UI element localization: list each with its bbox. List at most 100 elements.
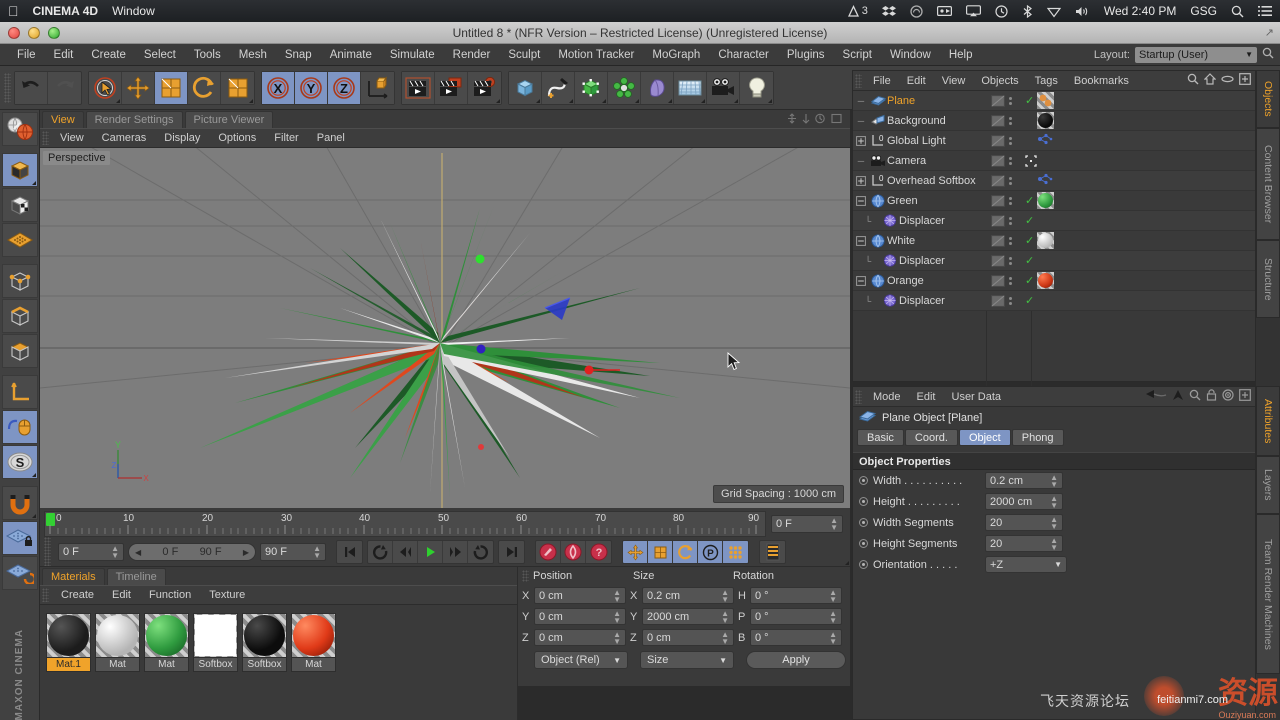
airplay-icon[interactable] xyxy=(965,5,981,17)
materials-menu-grip[interactable] xyxy=(42,588,49,602)
coordinates-grip[interactable] xyxy=(522,570,529,582)
visibility-dots[interactable] xyxy=(1009,96,1012,105)
key-scale-button[interactable] xyxy=(648,541,673,563)
previous-keyframe-button[interactable] xyxy=(368,541,393,563)
lock-x-axis[interactable]: X xyxy=(262,71,295,104)
material-label[interactable]: Mat xyxy=(291,658,336,672)
scale2-tool[interactable] xyxy=(221,71,254,104)
render-settings-button[interactable] xyxy=(468,71,501,104)
spinner-icon[interactable]: ▲ ▼ xyxy=(829,588,837,603)
expander-plus-icon[interactable] xyxy=(853,175,869,186)
lock-y-axis[interactable]: Y xyxy=(295,71,328,104)
object-row-overhead-softbox[interactable]: 0 Overhead Softbox xyxy=(853,171,1255,191)
object-row-green[interactable]: Green ✓ xyxy=(853,191,1255,211)
menu-simulate[interactable]: Simulate xyxy=(381,44,444,66)
object-tag-cell[interactable] xyxy=(1037,112,1054,129)
side-tab-content-browser[interactable]: Content Browser xyxy=(1256,128,1280,240)
viewport-menu-view[interactable]: View xyxy=(51,128,93,148)
tab-object[interactable]: Object xyxy=(958,429,1011,446)
menu-snap[interactable]: Snap xyxy=(276,44,321,66)
object-layer-cell[interactable] xyxy=(991,254,1012,267)
spinner-icon[interactable]: ▲ ▼ xyxy=(613,609,621,624)
material-label[interactable]: Mat xyxy=(144,658,189,672)
material-thumbnail[interactable] xyxy=(193,613,238,658)
search-icon[interactable] xyxy=(1189,389,1201,404)
target-icon[interactable] xyxy=(1222,389,1234,404)
position-x-field[interactable]: 0 cm ▲ ▼ xyxy=(534,587,626,604)
spinner-icon[interactable]: ▲ ▼ xyxy=(721,588,729,603)
deformer-button[interactable] xyxy=(641,71,674,104)
notification-center-icon[interactable] xyxy=(1258,5,1272,17)
spinner-icon[interactable]: ▲ ▼ xyxy=(613,630,621,645)
materials-menu-create[interactable]: Create xyxy=(52,585,103,605)
mac-menu-window[interactable]: Window xyxy=(112,4,155,18)
tag-thumbnail[interactable] xyxy=(1037,112,1054,129)
search-icon[interactable] xyxy=(1187,73,1199,88)
dropbox-icon[interactable] xyxy=(881,5,896,18)
screen-record-icon[interactable] xyxy=(936,5,952,17)
plus-box-icon[interactable] xyxy=(1239,73,1251,88)
coordinate-mode-dropdown[interactable]: Object (Rel) ▼ xyxy=(534,651,628,669)
apply-button[interactable]: Apply xyxy=(746,651,846,669)
visibility-dots[interactable] xyxy=(1009,176,1012,185)
side-tab-attributes[interactable]: Attributes xyxy=(1256,386,1280,456)
object-row-displacer[interactable]: └ Displacer ✓ xyxy=(853,291,1255,311)
menu-plugins[interactable]: Plugins xyxy=(778,44,834,66)
apple-icon[interactable]:  xyxy=(8,4,19,18)
object-layer-cell[interactable] xyxy=(991,274,1012,287)
key-position-button[interactable] xyxy=(623,541,648,563)
go-to-end-button[interactable] xyxy=(499,541,524,563)
spinner-icon[interactable]: ▲ ▼ xyxy=(721,630,729,645)
menu-animate[interactable]: Animate xyxy=(321,44,381,66)
spinner-icon[interactable]: ▲ ▼ xyxy=(313,545,321,560)
record-keyframe-button[interactable] xyxy=(536,541,561,563)
width-segments-field[interactable]: 20 ▲ ▼ xyxy=(985,514,1063,531)
up-arrow-icon[interactable] xyxy=(1172,389,1184,404)
spinner-icon[interactable]: ▲ ▼ xyxy=(830,517,838,532)
3d-viewport[interactable]: Perspective Grid Spacing : 1000 cm Y Z X xyxy=(40,148,850,508)
tab-materials[interactable]: Materials xyxy=(42,568,105,585)
visibility-dots[interactable] xyxy=(1009,136,1012,145)
menu-edit[interactable]: Edit xyxy=(45,44,83,66)
object-row-plane[interactable]: ─ Plane ✓ xyxy=(853,91,1255,111)
side-tab-layers[interactable]: Layers xyxy=(1256,456,1280,514)
objmgr-menu-file[interactable]: File xyxy=(865,71,899,91)
side-tab-team-render[interactable]: Team Render Machines xyxy=(1256,514,1280,674)
objmgr-menu-objects[interactable]: Objects xyxy=(973,71,1026,91)
object-row-displacer[interactable]: └ Displacer ✓ xyxy=(853,211,1255,231)
layout-dropdown[interactable]: Startup (User) ▼ xyxy=(1135,46,1257,63)
object-layer-cell[interactable] xyxy=(991,94,1012,107)
spinner-icon[interactable]: ▲ ▼ xyxy=(721,609,729,624)
viewport-menu-panel[interactable]: Panel xyxy=(308,128,354,148)
tab-coord[interactable]: Coord. xyxy=(904,429,958,446)
axis-mode-tool[interactable] xyxy=(1,375,38,409)
tab-timeline[interactable]: Timeline xyxy=(106,568,166,585)
material-thumbnail[interactable] xyxy=(144,613,189,658)
resize-icon[interactable]: ↗ xyxy=(1265,26,1274,39)
position-y-field[interactable]: 0 cm ▲ ▼ xyxy=(534,608,626,625)
redo-button[interactable] xyxy=(48,71,81,104)
snap-magnet-tool[interactable] xyxy=(1,486,38,520)
workplane-grid-tool[interactable] xyxy=(1,223,38,257)
creative-cloud-icon[interactable] xyxy=(910,4,923,18)
object-layer-cell[interactable] xyxy=(991,154,1012,167)
material-item[interactable]: Softbox xyxy=(193,613,238,672)
expander-minus-icon[interactable] xyxy=(853,275,869,286)
object-layer-cell[interactable] xyxy=(991,114,1012,127)
tab-picture-viewer[interactable]: Picture Viewer xyxy=(184,111,274,128)
object-layer-cell[interactable] xyxy=(991,294,1012,307)
viewport-menu-filter[interactable]: Filter xyxy=(265,128,307,148)
bluetooth-icon[interactable] xyxy=(1022,4,1033,18)
viewport-menu-options[interactable]: Options xyxy=(209,128,265,148)
material-label[interactable]: Softbox xyxy=(193,658,238,672)
spinner-icon[interactable]: ▲ ▼ xyxy=(1050,536,1058,551)
visibility-dots[interactable] xyxy=(1009,156,1012,165)
object-tag-cell[interactable] xyxy=(1037,92,1054,109)
menu-mograph[interactable]: MoGraph xyxy=(643,44,709,66)
search-icon[interactable] xyxy=(1231,5,1244,18)
property-radio-icon[interactable] xyxy=(859,476,868,485)
menu-select[interactable]: Select xyxy=(135,44,185,66)
viewport-menu-display[interactable]: Display xyxy=(155,128,209,148)
object-layer-cell[interactable] xyxy=(991,214,1012,227)
home-icon[interactable] xyxy=(1203,73,1217,88)
